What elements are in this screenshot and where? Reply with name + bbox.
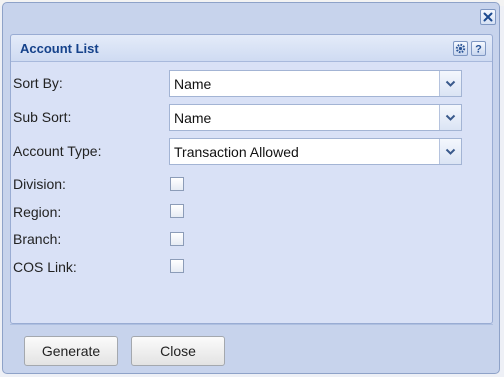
region-label: Region: [13,204,62,220]
gear-icon [455,43,466,54]
sort-by-value: Name [174,76,212,92]
chevron-down-icon [445,148,456,155]
generate-button[interactable]: Generate [24,336,118,366]
sort-by-dropdown-trigger[interactable] [439,71,461,96]
chevron-down-icon [445,114,456,121]
settings-button[interactable] [453,41,468,56]
sub-sort-select[interactable]: Name [169,104,462,131]
cos-link-checkbox[interactable] [170,259,184,273]
close-window-button[interactable] [480,9,496,25]
close-button[interactable]: Close [131,336,225,366]
panel-title: Account List [20,41,99,56]
sub-sort-dropdown-trigger[interactable] [439,105,461,130]
account-type-dropdown-trigger[interactable] [439,139,461,164]
panel-header: Account List ? [11,35,492,62]
sort-by-select[interactable]: Name [169,70,462,97]
sub-sort-value: Name [174,110,212,126]
account-type-select[interactable]: Transaction Allowed [169,138,462,165]
footer-divider [10,324,493,325]
help-icon: ? [475,44,482,55]
svg-text:?: ? [475,44,482,55]
division-label: Division: [13,176,66,192]
division-checkbox[interactable] [170,177,184,191]
account-type-label: Account Type: [13,143,102,159]
close-icon [483,12,493,22]
help-button[interactable]: ? [471,41,486,56]
branch-label: Branch: [13,231,62,247]
branch-checkbox[interactable] [170,232,184,246]
cos-link-label: COS Link: [13,259,77,275]
account-list-dialog: Account List ? Sort By: Name Sub Sort: N… [2,2,500,374]
chevron-down-icon [445,80,456,87]
account-type-value: Transaction Allowed [174,144,299,160]
region-checkbox[interactable] [170,204,184,218]
sort-by-label: Sort By: [13,75,63,91]
sub-sort-label: Sub Sort: [13,109,72,125]
